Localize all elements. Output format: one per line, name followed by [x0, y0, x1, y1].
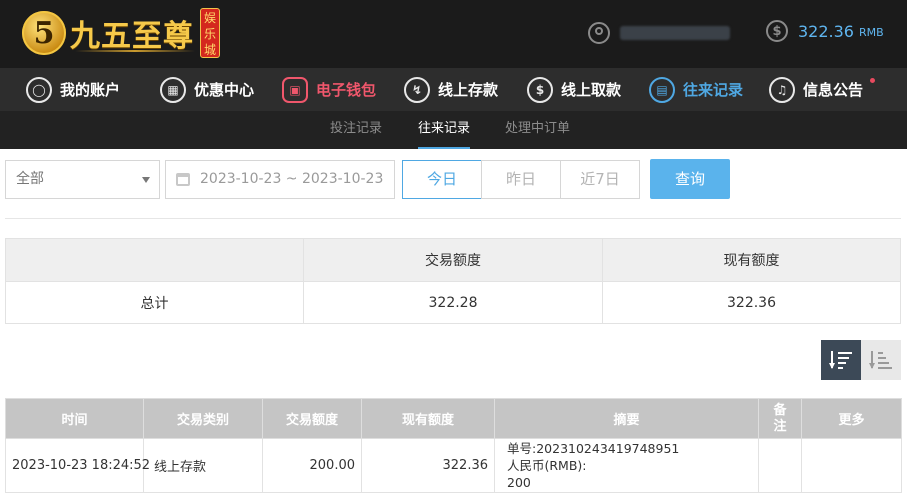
- logo-tag: 娱乐城: [200, 8, 220, 58]
- summary-order-no: 单号:202310243419748951: [507, 441, 680, 456]
- records-icon: ▤: [649, 76, 675, 103]
- user-info[interactable]: [588, 20, 730, 46]
- cell-summary: 单号:202310243419748951 人民币(RMB): 200: [494, 438, 759, 493]
- date-range-value: 2023-10-23 ~ 2023-10-23: [200, 171, 384, 187]
- nav-online-deposit[interactable]: ↯ 线上存款: [404, 68, 498, 111]
- tab-transaction-records[interactable]: 往来记录: [418, 111, 471, 149]
- yesterday-button[interactable]: 昨日: [481, 160, 561, 199]
- summary-value: 200: [507, 475, 531, 490]
- summary-header-current: 现有额度: [602, 238, 901, 282]
- nav-label: 线上取款: [561, 81, 622, 99]
- balance-display: $ 322.36 RMB: [766, 20, 884, 42]
- tab-bet-records[interactable]: 投注记录: [330, 111, 382, 149]
- summary-trade-amount: 322.28: [303, 281, 603, 324]
- wallet-icon: ▣: [282, 76, 308, 103]
- nav-label: 电子钱包: [316, 81, 377, 99]
- sort-ascending-icon: [869, 351, 893, 369]
- sort-descending-button[interactable]: [821, 340, 861, 380]
- today-button[interactable]: 今日: [402, 160, 482, 199]
- cell-type: 线上存款: [143, 438, 263, 493]
- withdraw-icon: $: [527, 76, 553, 103]
- col-header-note[interactable]: 备注: [758, 398, 802, 439]
- bell-icon: ♫: [769, 76, 795, 103]
- query-button[interactable]: 查询: [650, 159, 730, 199]
- tab-pending-orders[interactable]: 处理中订单: [505, 111, 570, 149]
- cell-more[interactable]: [801, 438, 902, 493]
- col-header-balance[interactable]: 现有额度: [361, 398, 495, 439]
- user-icon: ◯: [26, 76, 52, 103]
- nav-label: 信息公告: [803, 81, 864, 99]
- sort-descending-icon: [829, 351, 853, 369]
- summary-current-amount: 322.36: [602, 281, 901, 324]
- cell-note: [758, 438, 802, 493]
- logo-badge-icon: 5: [22, 11, 66, 55]
- type-select[interactable]: 全部: [5, 160, 160, 199]
- top-header: 5 九五至尊 娱乐城 $ 322.36 RMB: [0, 0, 907, 68]
- chevron-down-icon: [142, 177, 150, 183]
- summary-header-trade: 交易额度: [303, 238, 603, 282]
- col-header-time[interactable]: 时间: [5, 398, 144, 439]
- col-header-summary[interactable]: 摘要: [494, 398, 759, 439]
- nav-online-withdraw[interactable]: $ 线上取款: [527, 68, 621, 111]
- table-row[interactable]: 2023-10-23 18:24:52 线上存款 200.00 322.36 单…: [5, 438, 902, 493]
- user-avatar-icon: [588, 22, 610, 44]
- cell-time: 2023-10-23 18:24:52: [5, 438, 150, 493]
- balance-amount: 322.36: [798, 21, 854, 41]
- deposit-icon: ↯: [404, 76, 430, 103]
- nav-label: 优惠中心: [194, 81, 255, 99]
- nav-announcements[interactable]: ♫ 信息公告: [769, 68, 876, 111]
- summary-total-row: 总计 322.28 322.36: [5, 281, 901, 324]
- sort-ascending-button[interactable]: [861, 340, 901, 380]
- last-7-days-button[interactable]: 近7日: [560, 160, 640, 199]
- logo-text: 九五至尊: [70, 19, 194, 54]
- nav-transaction-records[interactable]: ▤ 往来记录: [649, 68, 743, 111]
- logo-underline: [75, 50, 195, 52]
- nav-my-account[interactable]: ◯ 我的账户: [26, 68, 120, 111]
- sub-nav: 投注记录 往来记录 处理中订单: [0, 111, 907, 149]
- main-nav: ◯ 我的账户 ▦ 优惠中心 ▣ 电子钱包 ↯ 线上存款 $ 线上取款 ▤ 往来记…: [0, 68, 907, 111]
- col-header-more[interactable]: 更多: [801, 398, 902, 439]
- nav-e-wallet[interactable]: ▣ 电子钱包: [282, 68, 376, 111]
- records-header-row: 时间 交易类别 交易额度 现有额度 摘要 备注 更多: [5, 398, 902, 439]
- col-header-amount[interactable]: 交易额度: [262, 398, 362, 439]
- nav-promotions[interactable]: ▦ 优惠中心: [160, 68, 254, 111]
- col-header-type[interactable]: 交易类别: [143, 398, 263, 439]
- cell-balance: 322.36: [361, 438, 495, 493]
- nav-label: 线上存款: [438, 81, 499, 99]
- summary-currency: 人民币(RMB):: [507, 458, 587, 473]
- records-table: 时间 交易类别 交易额度 现有额度 摘要 备注 更多 2023-10-23 18…: [5, 398, 902, 493]
- dollar-icon: $: [766, 20, 788, 42]
- gift-icon: ▦: [160, 76, 186, 103]
- balance-unit: RMB: [858, 26, 884, 39]
- nav-label: 往来记录: [683, 81, 744, 99]
- summary-header-row: 交易额度 现有额度: [5, 238, 901, 282]
- divider: [5, 218, 901, 219]
- notification-dot: [870, 78, 876, 83]
- summary-header-empty: [5, 238, 304, 282]
- cell-amount: 200.00: [262, 438, 362, 493]
- calendar-icon: [176, 173, 190, 186]
- type-select-value: 全部: [16, 171, 44, 187]
- summary-total-label: 总计: [5, 281, 304, 324]
- summary-table: 交易额度 现有额度 总计 322.28 322.36: [5, 238, 901, 324]
- nav-label: 我的账户: [60, 81, 121, 99]
- username-redacted: [620, 26, 730, 40]
- date-range-input[interactable]: 2023-10-23 ~ 2023-10-23: [165, 160, 395, 199]
